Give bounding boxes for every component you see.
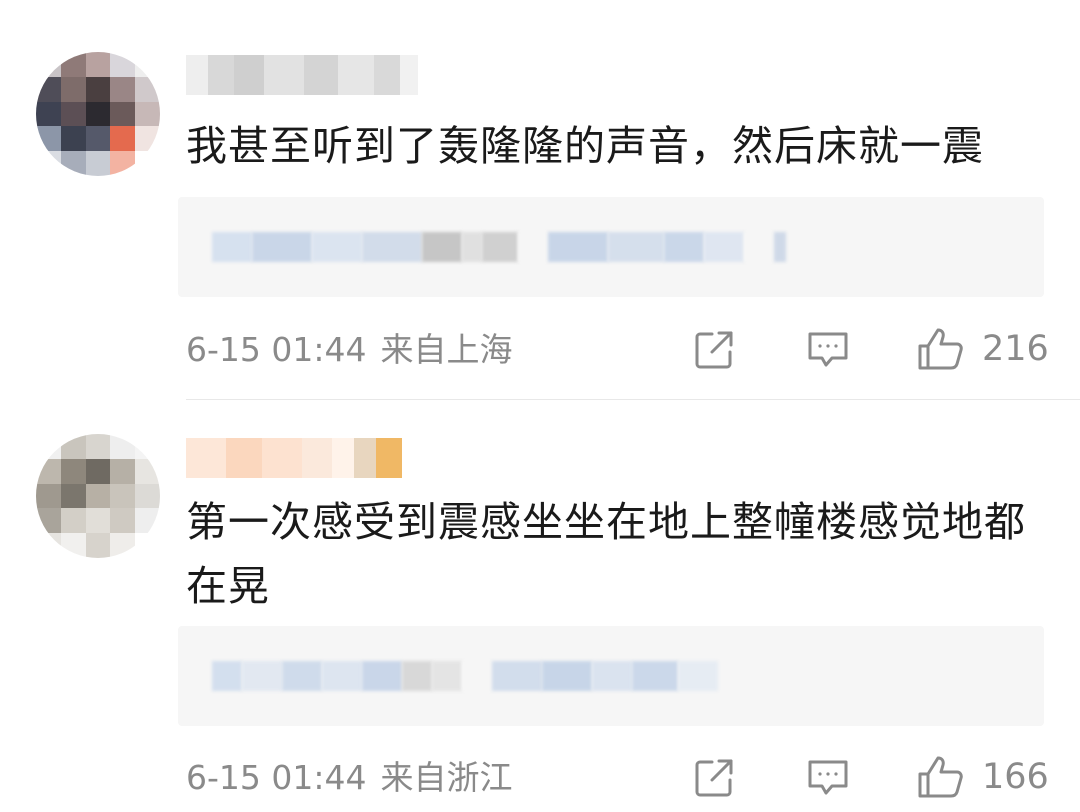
divider — [186, 399, 1080, 400]
thumbs-up-icon — [918, 328, 963, 370]
comment-button[interactable] — [806, 758, 850, 798]
comment-text: 我甚至听到了轰隆隆的声音，然后床就一震 — [186, 122, 984, 170]
repost-icon — [695, 759, 733, 797]
comment-button[interactable] — [806, 330, 850, 370]
comment-date: 6-15 01:44 — [186, 758, 367, 797]
comment-meta: 6-15 01:44 来自上海 — [186, 330, 513, 370]
comment-text: 第一次感受到震感坐坐在地上整幢楼感觉地都在晃 — [186, 498, 1026, 610]
username-blurred[interactable] — [186, 438, 402, 478]
repost-icon — [695, 331, 733, 369]
repost-button[interactable] — [692, 756, 736, 800]
comment-date: 6-15 01:44 — [186, 330, 367, 369]
reply-preview-blurred — [212, 658, 718, 694]
comment-icon — [808, 332, 848, 367]
username-blurred[interactable] — [186, 55, 418, 95]
comment-meta: 6-15 01:44 来自浙江 — [186, 758, 513, 798]
comment-icon — [808, 760, 848, 795]
comment-location: 来自浙江 — [380, 758, 513, 797]
comment-location: 来自上海 — [380, 330, 513, 369]
reply-preview[interactable] — [178, 626, 1044, 726]
like-button[interactable]: 166 — [916, 754, 1049, 800]
like-count: 166 — [982, 757, 1049, 797]
repost-button[interactable] — [692, 328, 736, 372]
like-count: 216 — [982, 329, 1049, 369]
reply-preview-blurred — [212, 229, 786, 265]
avatar[interactable] — [36, 434, 160, 558]
thumbs-up-icon — [918, 756, 963, 798]
reply-preview[interactable] — [178, 197, 1044, 297]
avatar[interactable] — [36, 52, 160, 176]
like-button[interactable]: 216 — [916, 326, 1049, 372]
